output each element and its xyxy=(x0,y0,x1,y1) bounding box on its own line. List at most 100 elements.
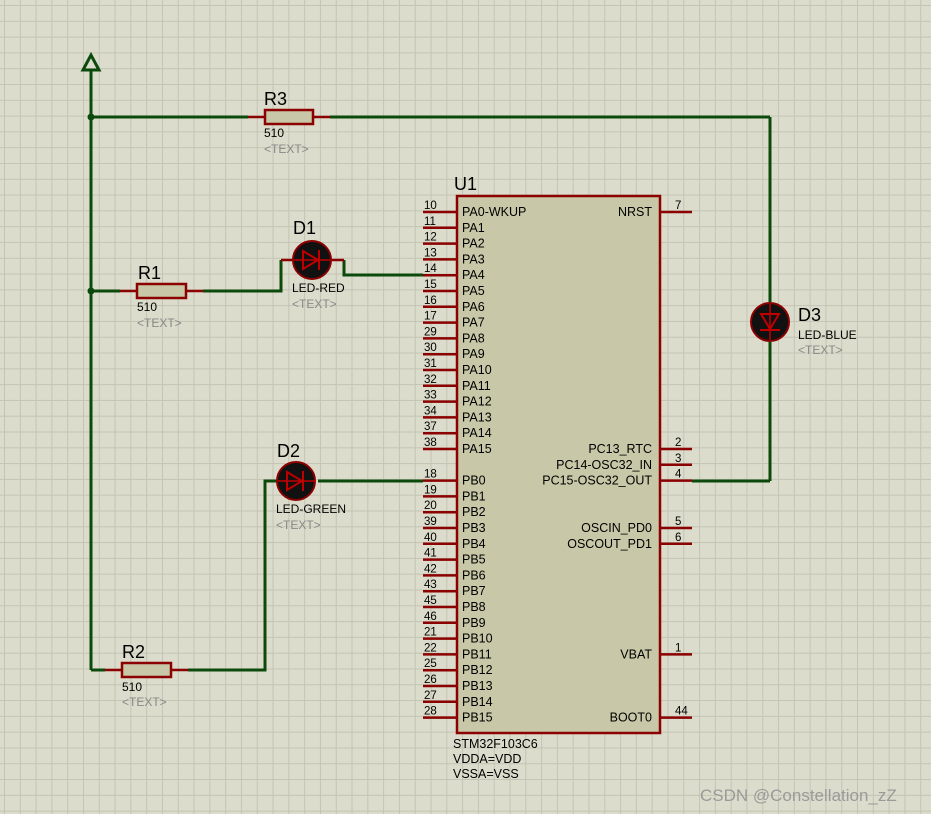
pin-number: 43 xyxy=(424,579,437,591)
pin-name: PB9 xyxy=(462,616,486,630)
pin-name: PA2 xyxy=(462,237,485,251)
pin-name: PB1 xyxy=(462,489,486,503)
schematic-canvas[interactable]: R3 510 <TEXT> R1 510 <TEXT> R2 510 <TEXT… xyxy=(0,0,931,814)
pin-name: PA5 xyxy=(462,284,485,298)
pin-number: 6 xyxy=(675,532,681,544)
pin-number: 17 xyxy=(424,311,437,323)
pin-number: 13 xyxy=(424,247,437,259)
pin-name: PB13 xyxy=(462,679,493,693)
pin-name: OSCOUT_PD1 xyxy=(567,537,652,551)
r2-ref-label: R2 xyxy=(122,642,145,662)
wire-r1-d1[interactable] xyxy=(203,260,283,293)
pin-name: PA10 xyxy=(462,363,492,377)
pin-number: 46 xyxy=(424,611,437,623)
resistor-r3[interactable]: R3 510 <TEXT> xyxy=(248,89,330,156)
pin-number: 34 xyxy=(424,405,437,417)
pin-name: PB7 xyxy=(462,584,486,598)
led-d1[interactable]: D1 LED-RED <TEXT> xyxy=(281,218,345,311)
pin-number: 28 xyxy=(424,706,437,718)
pin-name: PB4 xyxy=(462,537,486,551)
junction-dot xyxy=(87,113,95,121)
pin-number: 44 xyxy=(675,706,688,718)
pin-number: 25 xyxy=(424,658,437,670)
led-d3[interactable]: D3 LED-BLUE <TEXT> xyxy=(750,302,857,357)
wire-r2-d2[interactable] xyxy=(188,479,276,672)
resistor-r1[interactable]: R1 510 <TEXT> xyxy=(120,263,203,330)
pin-number: 11 xyxy=(424,216,436,228)
pin-name: PA11 xyxy=(462,379,491,393)
pin-name: PA8 xyxy=(462,331,485,345)
pin-number: 45 xyxy=(424,595,437,607)
pin-name: PB8 xyxy=(462,600,486,614)
d3-text-label: <TEXT> xyxy=(798,343,843,357)
pin-name: OSCIN_PD0 xyxy=(581,521,652,535)
pin-number: 27 xyxy=(424,690,437,702)
pin-name: PB14 xyxy=(462,695,493,709)
power-terminal[interactable] xyxy=(80,51,102,72)
led-d2[interactable]: D2 LED-GREEN <TEXT> xyxy=(276,441,346,532)
pin-name: PB11 xyxy=(462,647,492,661)
r1-ref-label: R1 xyxy=(138,263,161,283)
pin-number: 33 xyxy=(424,390,437,402)
pin-number: 26 xyxy=(424,674,437,686)
pin-number: 30 xyxy=(424,342,437,354)
pin-number: 5 xyxy=(675,516,681,528)
r2-text-label: <TEXT> xyxy=(122,695,167,709)
u1-vssa-label: VSSA=VSS xyxy=(453,767,519,781)
d3-ref-label: D3 xyxy=(798,305,821,325)
pin-number: 29 xyxy=(424,326,437,338)
pin-number: 1 xyxy=(675,642,681,654)
r3-ref-label: R3 xyxy=(264,89,287,109)
pin-name: PA9 xyxy=(462,347,485,361)
pin-name: PA1 xyxy=(462,221,485,235)
pin-number: 16 xyxy=(424,295,437,307)
pin-number: 14 xyxy=(424,263,437,275)
pin-name: PB3 xyxy=(462,521,486,535)
wire-d1-pa4[interactable] xyxy=(342,260,423,277)
d1-text-label: <TEXT> xyxy=(292,297,337,311)
pin-name: PC14-OSC32_IN xyxy=(556,458,652,472)
pin-name: BOOT0 xyxy=(610,711,652,725)
pin-name: PA4 xyxy=(462,268,485,282)
pin-name: PB0 xyxy=(462,474,486,488)
pin-number: 20 xyxy=(424,500,437,512)
pin-number: 3 xyxy=(675,453,681,465)
microcontroller-u1[interactable]: U1 10 PA0-WKUP11 PA112 PA213 PA314 PA415 PA516… xyxy=(423,174,692,781)
r3-value-label: 510 xyxy=(264,126,284,140)
u1-ref-label: U1 xyxy=(454,174,477,194)
pin-number: 15 xyxy=(424,279,437,291)
pin-number: 38 xyxy=(424,437,437,449)
pin-number: 7 xyxy=(675,200,681,212)
pin-name: PB10 xyxy=(462,632,493,646)
d2-ref-label: D2 xyxy=(277,441,300,461)
r1-text-label: <TEXT> xyxy=(137,316,182,330)
pin-name: PC15-OSC32_OUT xyxy=(542,474,652,488)
pin-number: 2 xyxy=(675,437,681,449)
pin-name: PB6 xyxy=(462,568,486,582)
pin-number: 42 xyxy=(424,563,437,575)
pin-name: PA3 xyxy=(462,252,485,266)
pin-number: 18 xyxy=(424,469,437,481)
watermark-text: CSDN @Constellation_zZ xyxy=(700,786,897,805)
pin-name: PC13_RTC xyxy=(588,442,652,456)
resistor-r2[interactable]: R2 510 <TEXT> xyxy=(105,642,188,709)
pin-name: PA6 xyxy=(462,300,485,314)
pin-name: VBAT xyxy=(620,647,652,661)
pin-number: 41 xyxy=(424,548,437,560)
d2-value-label: LED-GREEN xyxy=(276,502,346,516)
pin-number: 10 xyxy=(424,200,437,212)
r2-value-label: 510 xyxy=(122,680,142,694)
pin-number: 21 xyxy=(424,627,437,639)
pin-name: NRST xyxy=(618,205,652,219)
pin-name: PA7 xyxy=(462,316,485,330)
pin-number: 4 xyxy=(675,469,682,481)
pin-number: 19 xyxy=(424,484,437,496)
pin-name: PB12 xyxy=(462,663,493,677)
pin-name: PA14 xyxy=(462,426,492,440)
pin-number: 22 xyxy=(424,642,437,654)
d3-value-label: LED-BLUE xyxy=(798,328,857,342)
d2-text-label: <TEXT> xyxy=(276,518,321,532)
u1-vdda-label: VDDA=VDD xyxy=(453,752,521,766)
pin-name: PA0-WKUP xyxy=(462,205,526,219)
pin-name: PA13 xyxy=(462,410,492,424)
